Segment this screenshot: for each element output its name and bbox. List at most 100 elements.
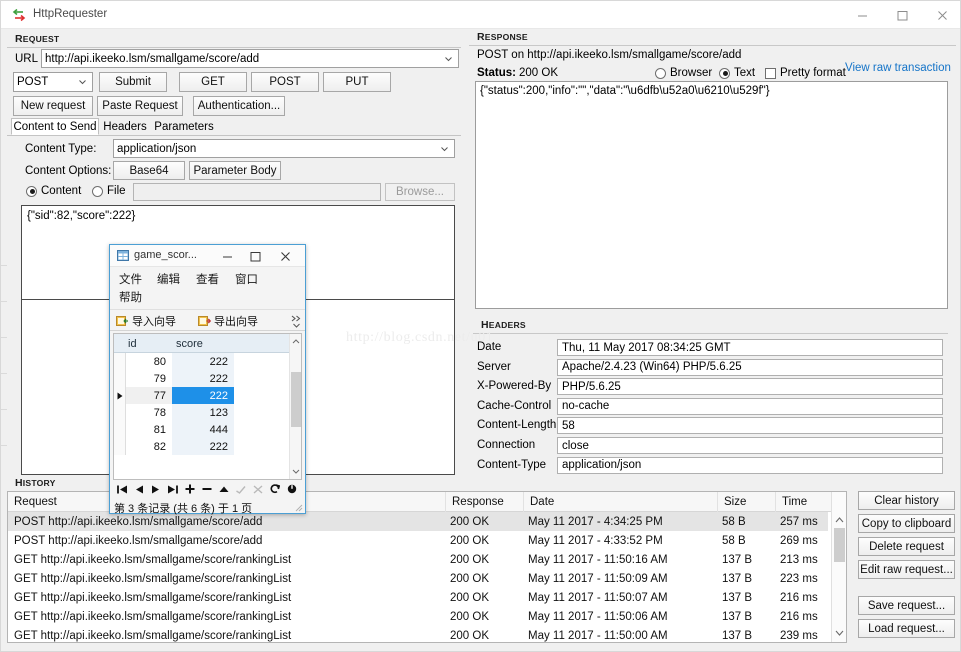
menu-file[interactable]: 文件 [119,271,142,287]
clear-history-button[interactable]: Clear history [858,491,955,510]
grid-scroll-down-icon[interactable] [290,464,302,479]
column-header-response[interactable]: Response [446,492,524,512]
chevron-more-icon[interactable] [290,311,302,331]
grid-column-score[interactable]: score [176,334,236,353]
view-raw-transaction-link[interactable]: View raw transaction [845,62,951,74]
list-item[interactable]: 77222 [114,387,292,404]
table-row[interactable]: GET http://api.ikeeko.lsm/smallgame/scor… [8,588,828,607]
header-value-input[interactable]: application/json [557,457,943,474]
export-wizard-button[interactable]: 导出向导 [198,313,258,329]
first-record-icon[interactable] [117,485,128,497]
get-button[interactable]: GET [179,72,247,92]
add-record-icon[interactable] [185,484,195,497]
game-score-window[interactable]: game_scor... 文件 编辑 查看 窗口 帮助 [109,244,306,514]
prev-record-icon[interactable] [135,485,144,497]
table-row[interactable]: GET http://api.ikeeko.lsm/smallgame/scor… [8,569,828,588]
tab-parameters[interactable]: Parameters [151,118,217,135]
delete-record-icon[interactable] [202,484,212,497]
response-body-view[interactable]: {"status":200,"info":"","data":"\u6dfb\u… [475,81,948,309]
score-grid[interactable]: id score 802227922277222781238144482222 [113,333,302,480]
pretty-format-checkbox[interactable]: Pretty format [765,67,846,79]
mini-close-icon[interactable] [272,245,299,267]
mini-minimize-icon[interactable] [214,245,241,267]
put-button[interactable]: PUT [323,72,391,92]
header-value-input[interactable]: Apache/2.4.23 (Win64) PHP/5.6.25 [557,359,943,376]
cell-time: 213 ms [780,550,832,569]
cell-time: 239 ms [780,626,832,645]
file-path-input[interactable] [133,183,381,201]
list-item[interactable]: 79222 [114,370,292,387]
authentication-button[interactable]: Authentication... [193,96,285,116]
column-header-size[interactable]: Size [718,492,776,512]
header-value-input[interactable]: Thu, 11 May 2017 08:34:25 GMT [557,339,943,356]
column-header-time[interactable]: Time [776,492,831,512]
view-text-radio[interactable]: Text [719,67,755,79]
menu-window[interactable]: 窗口 [235,271,258,287]
load-request-button[interactable]: Load request... [858,619,955,638]
table-row[interactable]: GET http://api.ikeeko.lsm/smallgame/scor… [8,607,828,626]
grid-scroll-thumb[interactable] [291,372,301,427]
maximize-icon[interactable] [882,1,922,29]
header-value-input[interactable]: close [557,437,943,454]
method-select[interactable]: POST [13,72,93,92]
minimize-icon[interactable] [842,1,882,29]
grid-scroll-up-icon[interactable] [290,334,302,349]
new-request-button[interactable]: New request [13,96,93,116]
cell-date: May 11 2017 - 11:50:09 AM [528,569,718,588]
close-icon[interactable] [922,1,961,29]
history-scrollbar[interactable] [831,492,846,642]
edit-record-icon[interactable] [219,485,229,497]
submit-button[interactable]: Submit [99,72,167,92]
file-radio[interactable]: File [92,185,126,197]
header-value-input[interactable]: no-cache [557,398,943,415]
parameter-body-button[interactable]: Parameter Body [189,161,281,180]
radio-dot-icon [92,186,103,197]
base64-button[interactable]: Base64 [113,161,185,180]
delete-request-button[interactable]: Delete request [858,537,955,556]
import-wizard-button[interactable]: 导入向导 [116,313,176,329]
save-request-button[interactable]: Save request... [858,596,955,615]
row-indicator [114,353,126,370]
content-radio[interactable]: Content [26,185,81,197]
grid-scrollbar[interactable] [289,334,301,479]
confirm-edit-icon[interactable] [236,485,246,497]
refresh-icon[interactable] [270,484,280,497]
copy-to-clipboard-button[interactable]: Copy to clipboard [858,514,955,533]
header-value: no-cache [562,400,609,412]
window-controls [842,1,961,29]
last-record-icon[interactable] [167,485,178,497]
export-icon [198,315,211,327]
list-item[interactable]: 82222 [114,438,292,455]
grid-column-id[interactable]: id [128,334,172,353]
scroll-thumb[interactable] [834,528,845,562]
resize-grip-icon[interactable] [294,503,303,512]
status-label: Status: [477,67,516,79]
list-item[interactable]: 78123 [114,404,292,421]
edit-raw-request-button[interactable]: Edit raw request... [858,560,955,579]
tab-content-to-send[interactable]: Content to Send [11,118,99,135]
scroll-up-icon[interactable] [832,512,847,527]
header-value-input[interactable]: PHP/5.6.25 [557,378,943,395]
mini-maximize-icon[interactable] [242,245,269,267]
cancel-edit-icon[interactable] [253,485,263,497]
browse-button[interactable]: Browse... [385,183,455,201]
scroll-down-icon[interactable] [832,625,847,640]
header-value-input[interactable]: 58 [557,417,943,434]
view-browser-radio[interactable]: Browser [655,67,712,79]
paste-request-button[interactable]: Paste Request [97,96,183,116]
table-row[interactable]: POST http://api.ikeeko.lsm/smallgame/sco… [8,531,828,550]
table-row[interactable]: GET http://api.ikeeko.lsm/smallgame/scor… [8,626,828,645]
content-type-select[interactable]: application/json [113,139,455,158]
menu-view[interactable]: 查看 [196,271,219,287]
url-input[interactable]: http://api.ikeeko.lsm/smallgame/score/ad… [41,49,459,68]
list-item[interactable]: 80222 [114,353,292,370]
next-record-icon[interactable] [151,485,160,497]
tab-headers[interactable]: Headers [100,118,150,135]
column-header-date[interactable]: Date [524,492,718,512]
menu-help[interactable]: 帮助 [119,289,142,305]
table-row[interactable]: GET http://api.ikeeko.lsm/smallgame/scor… [8,550,828,569]
post-button[interactable]: POST [251,72,319,92]
stop-icon[interactable] [287,484,297,497]
menu-edit[interactable]: 编辑 [157,271,180,287]
list-item[interactable]: 81444 [114,421,292,438]
